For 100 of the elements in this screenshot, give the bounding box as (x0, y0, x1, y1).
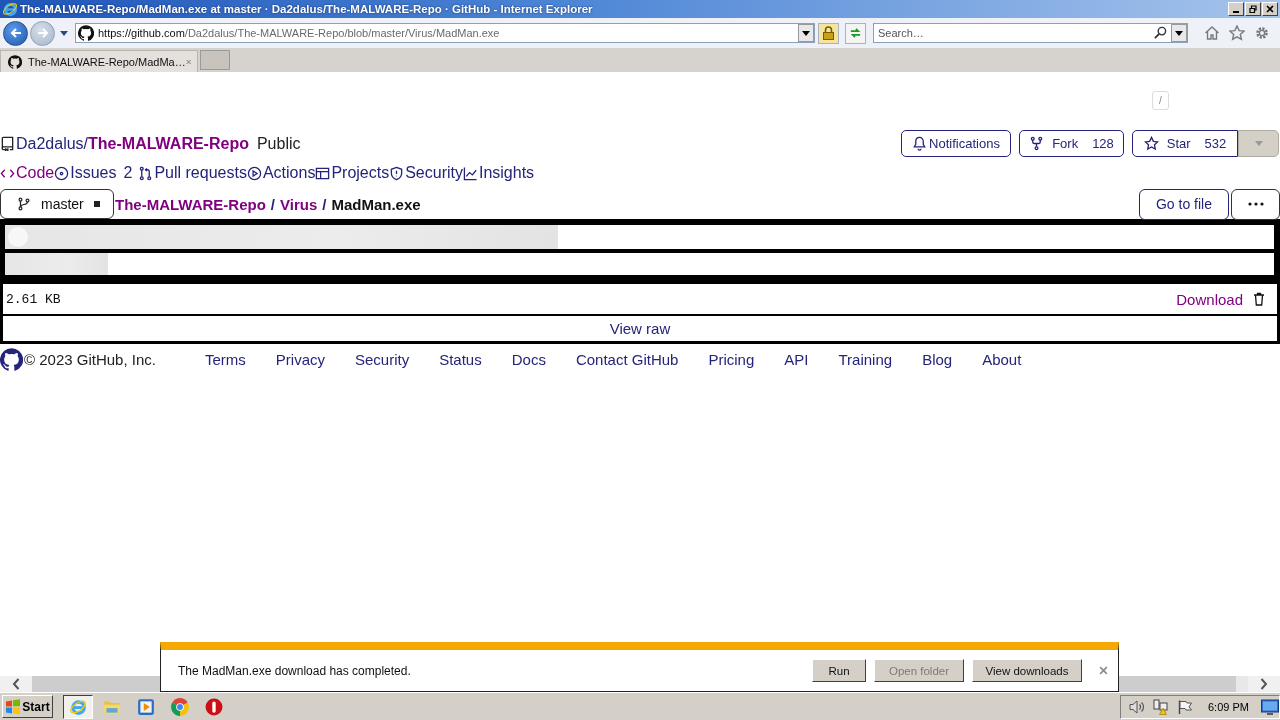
start-button[interactable]: Start (2, 695, 53, 718)
repo-nav-tab[interactable]: Security (389, 164, 463, 182)
browser-icon (69, 697, 87, 716)
clock[interactable]: 6:09 PM (1208, 700, 1249, 713)
download-message: The MadMan.exe download has completed. (178, 663, 411, 678)
issue-icon (54, 165, 70, 181)
repo-nav-tab[interactable]: Pull requests (138, 164, 247, 182)
footer-link[interactable]: Training (838, 350, 893, 368)
close-button[interactable] (1262, 2, 1278, 16)
breadcrumb-link[interactable]: The-MALWARE-Repo (115, 195, 266, 213)
path-separator: / (83, 134, 89, 153)
book-icon (0, 136, 15, 151)
go-to-file-button[interactable]: Go to file (1139, 188, 1229, 220)
repo-nav-tab[interactable]: Actions (246, 164, 316, 182)
more-options-button[interactable] (1231, 188, 1280, 220)
home-icon[interactable] (1204, 25, 1220, 41)
arrow-right-icon (36, 27, 49, 39)
refresh-icon (849, 26, 862, 40)
repo-nav-tab[interactable]: Projects (315, 164, 390, 182)
path-separator: / (322, 195, 327, 213)
footer-link[interactable]: API (784, 350, 809, 368)
footer-link[interactable]: About (982, 350, 1022, 368)
download-action-button[interactable]: Run (812, 659, 866, 682)
bell-icon (912, 136, 928, 151)
close-icon[interactable] (1099, 666, 1108, 675)
repo-owner-link[interactable]: Da2dalus (16, 134, 84, 153)
branch-icon (17, 197, 31, 211)
caret-down-icon[interactable] (60, 30, 68, 36)
shield-icon (389, 165, 405, 181)
repo-nav-tab[interactable]: Code (0, 164, 55, 182)
footer-link[interactable]: Blog (922, 350, 953, 368)
restore-button[interactable] (1245, 2, 1261, 16)
close-icon (1266, 5, 1274, 13)
back-button[interactable] (3, 20, 28, 46)
path-separator: / (270, 195, 275, 213)
footer-link[interactable]: Pricing (708, 350, 755, 368)
fork-icon (1029, 136, 1045, 151)
footer-link[interactable]: Status (439, 350, 482, 368)
current-file-name: MadMan.exe (331, 195, 421, 213)
caret-down-icon (1175, 30, 1183, 36)
visibility-label: Public (256, 134, 301, 153)
browser-logo-icon (2, 1, 18, 17)
chevron-left-icon[interactable] (12, 678, 20, 690)
footer-link[interactable]: Privacy (275, 350, 325, 368)
star-icon[interactable] (1229, 25, 1245, 41)
restore-icon (1249, 5, 1257, 13)
circle-logo-icon (171, 697, 189, 716)
network-icon[interactable] (1153, 698, 1169, 715)
file-size-text: 2.61 KB (6, 291, 61, 307)
monitor-icon[interactable] (1261, 698, 1279, 715)
trash-icon[interactable] (1253, 292, 1265, 306)
compatibility-button[interactable] (845, 22, 866, 44)
chevron-right-icon[interactable] (1260, 678, 1268, 690)
repo-action-button[interactable]: Fork 128 (1019, 130, 1124, 157)
cat-logo-icon (0, 347, 23, 371)
view-raw-link[interactable]: View raw (3, 316, 1277, 341)
cat-logo-icon (8, 54, 22, 69)
table-icon (315, 165, 331, 181)
browser-tab[interactable]: The-MALWARE-Repo/MadMa… (0, 50, 198, 72)
repo-name-link[interactable]: The-MALWARE-Repo (88, 134, 249, 153)
keyboard-shortcut-hint: / (1152, 91, 1169, 110)
lock-icon (822, 26, 835, 40)
ring-logo-icon (205, 697, 223, 716)
settings-icon[interactable] (1254, 25, 1270, 41)
download-action-button[interactable]: View downloads (972, 659, 1082, 682)
search-dropdown-button[interactable] (1171, 24, 1187, 42)
search-field[interactable]: Search… (873, 23, 1188, 43)
breadcrumb-link[interactable]: Virus (280, 195, 318, 213)
taskbar-app-button[interactable] (63, 694, 93, 719)
square-icon (93, 201, 100, 207)
branch-select-button[interactable]: master (0, 189, 114, 219)
caret-down-icon (802, 30, 810, 36)
more-icon (1247, 202, 1264, 206)
caret-down-icon (1254, 141, 1263, 146)
footer-link[interactable]: Docs (511, 350, 546, 368)
pull-request-icon (138, 165, 154, 181)
minimize-button[interactable] (1228, 2, 1244, 16)
footer-link[interactable]: Terms (204, 350, 246, 368)
window-logo-icon (5, 698, 22, 715)
star-icon (1143, 136, 1159, 151)
repo-nav-tab[interactable]: Issues 2 (54, 164, 139, 182)
footer-link[interactable]: Security (355, 350, 410, 368)
repo-nav-tab[interactable]: Insights (462, 164, 535, 182)
star-list-dropdown-button[interactable] (1238, 130, 1279, 157)
arrow-left-icon (9, 27, 22, 39)
address-dropdown-button[interactable] (798, 24, 814, 42)
address-field[interactable]: https://github.com/Da2dalus/The-MALWARE-Repo/blob/master/Virus/MadMan.exe (75, 23, 815, 43)
download-link[interactable]: Download (1176, 290, 1243, 308)
graph-icon (462, 165, 478, 181)
play-icon (246, 165, 262, 181)
copyright-text: © 2023 GitHub, Inc. (24, 350, 156, 368)
repo-action-button[interactable]: Star 532 (1132, 130, 1238, 157)
window-title: The-MALWARE-Repo/MadMan.exe at master · Da2dalus/The-MALWARE-Repo · GitHub - Internet Explorer (20, 3, 593, 15)
footer-link[interactable]: Contact GitHub (575, 350, 679, 368)
speaker-icon[interactable] (1129, 698, 1145, 715)
repo-action-button[interactable]: Notifications (901, 130, 1011, 157)
play-icon (137, 697, 155, 716)
security-report-button[interactable] (818, 22, 839, 44)
flag-icon[interactable] (1177, 698, 1193, 715)
search-icon[interactable] (1154, 26, 1167, 39)
